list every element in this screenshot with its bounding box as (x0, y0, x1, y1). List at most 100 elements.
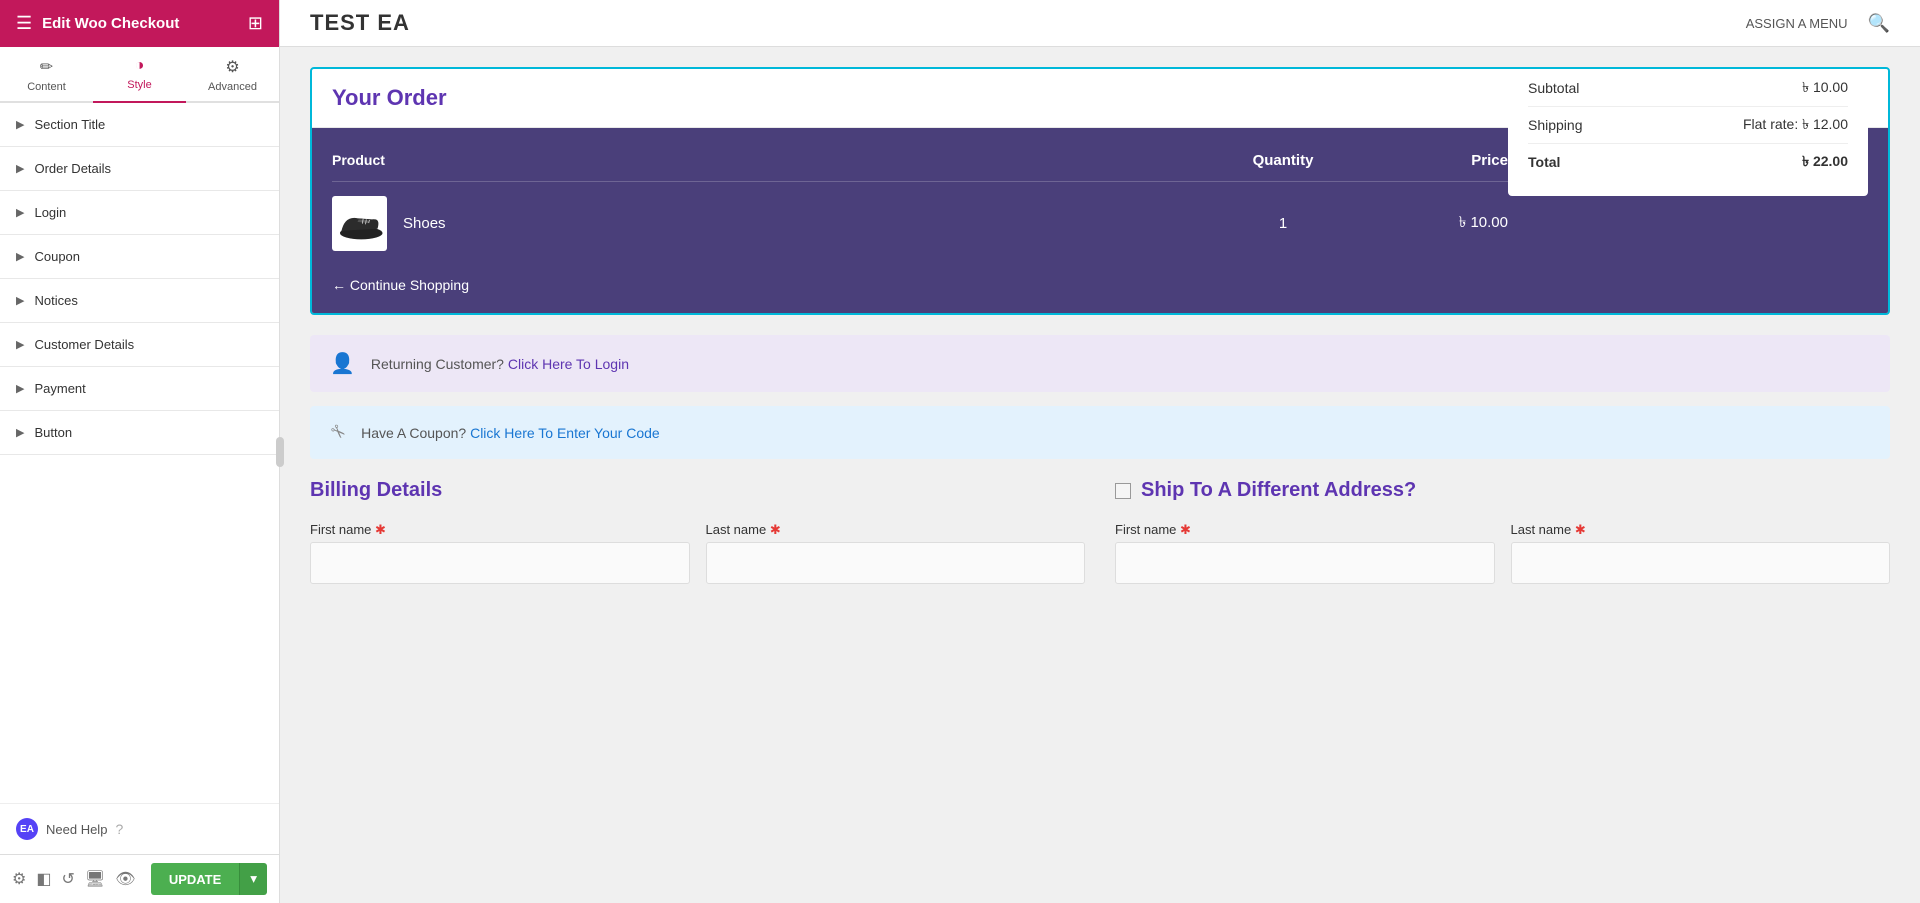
col-price-header: Price (1358, 152, 1508, 169)
billing-last-name-input[interactable] (706, 542, 1086, 584)
accordion-notices[interactable]: ▶ Notices (0, 279, 279, 323)
billing-name-row: First name ✱ Last name ✱ (310, 522, 1085, 584)
chevron-icon: ▶ (16, 250, 24, 263)
gear-icon: ⚙ (225, 57, 239, 77)
accordion-label: Coupon (34, 249, 80, 264)
shipping-first-name-group: First name ✱ (1115, 522, 1495, 584)
style-icon: ◑ (135, 57, 145, 75)
summary-row-total: Total ৳ 22.00 (1528, 144, 1848, 180)
shipping-value: Flat rate: ৳ 12.00 (1743, 113, 1848, 137)
total-value: ৳ 22.00 (1802, 150, 1848, 174)
sidebar-tabs: ✏ Content ◑ Style ⚙ Advanced (0, 47, 279, 103)
required-star: ✱ (375, 522, 386, 537)
accordion-label: Section Title (34, 117, 105, 132)
col-product-header: Product (332, 152, 1208, 169)
billing-first-name-group: First name ✱ (310, 522, 690, 584)
accordion-payment[interactable]: ▶ Payment (0, 367, 279, 411)
top-nav: TEST EA ASSIGN A MENU 🔍 (280, 0, 1920, 47)
billing-first-name-input[interactable] (310, 542, 690, 584)
need-help-text[interactable]: Need Help (46, 822, 107, 837)
chevron-icon: ▶ (16, 426, 24, 439)
required-star: ✱ (770, 522, 781, 537)
ea-badge: EA (16, 818, 38, 840)
returning-customer-bar: 👤 Returning Customer? Click Here To Logi… (310, 335, 1890, 392)
product-cell: Shoes (332, 196, 1208, 251)
sidebar: ☰ Edit Woo Checkout ⊞ ✏ Content ◑ Style … (0, 0, 280, 903)
chevron-icon: ▶ (16, 206, 24, 219)
ship-title-row: Ship To A Different Address? (1115, 479, 1890, 502)
ship-different-checkbox[interactable] (1115, 483, 1131, 499)
eye-icon[interactable]: 👁 (115, 869, 135, 889)
shipping-label: Shipping (1528, 117, 1583, 133)
update-btn-group: UPDATE ▾ (151, 863, 267, 895)
required-star: ✱ (1180, 522, 1191, 537)
update-dropdown-button[interactable]: ▾ (239, 863, 267, 895)
accordion-order-details[interactable]: ▶ Order Details (0, 147, 279, 191)
accordion-label: Customer Details (34, 337, 134, 352)
chevron-icon: ▶ (16, 338, 24, 351)
accordion-label: Button (34, 425, 72, 440)
chevron-icon: ▶ (16, 382, 24, 395)
subtotal-label: Subtotal (1528, 80, 1579, 96)
billing-title: Billing Details (310, 479, 1085, 502)
desktop-icon[interactable]: 🖥 (85, 869, 105, 889)
accordion-customer-details[interactable]: ▶ Customer Details (0, 323, 279, 367)
help-icon[interactable]: ? (115, 821, 123, 837)
sidebar-footer: EA Need Help ? (0, 803, 279, 854)
resize-dot (276, 437, 284, 467)
site-title: TEST EA (310, 10, 410, 36)
sidebar-title: Edit Woo Checkout (42, 15, 179, 32)
sidebar-toolbar: ⚙ ◧ ↺ 🖥 👁 UPDATE ▾ (0, 854, 279, 903)
toolbar-icons: ⚙ ◧ ↺ 🖥 👁 (12, 869, 136, 889)
history-icon[interactable]: ↺ (61, 869, 74, 889)
order-summary-box: Subtotal ৳ 10.00 Shipping Flat rate: ৳ 1… (1508, 67, 1868, 196)
shipping-last-name-input[interactable] (1511, 542, 1891, 584)
product-price: ৳ 10.00 (1358, 211, 1508, 236)
returning-customer-text: Returning Customer? Click Here To Login (371, 356, 629, 372)
product-quantity: 1 (1208, 215, 1358, 232)
billing-section: Billing Details First name ✱ Last name ✱ (310, 479, 1890, 600)
chevron-icon: ▶ (16, 294, 24, 307)
shoe-image (335, 204, 385, 244)
billing-last-name-label: Last name ✱ (706, 522, 1086, 538)
shipping-first-name-input[interactable] (1115, 542, 1495, 584)
required-star: ✱ (1575, 522, 1586, 537)
billing-last-name-group: Last name ✱ (706, 522, 1086, 584)
search-icon[interactable]: 🔍 (1868, 13, 1890, 34)
login-link[interactable]: Click Here To Login (508, 356, 629, 372)
accordion-button[interactable]: ▶ Button (0, 411, 279, 455)
accordion-label: Login (34, 205, 66, 220)
chevron-icon: ▶ (16, 162, 24, 175)
tab-advanced[interactable]: ⚙ Advanced (186, 47, 279, 103)
accordion-login[interactable]: ▶ Login (0, 191, 279, 235)
shipping-column: Ship To A Different Address? First name … (1115, 479, 1890, 600)
order-table-section: Subtotal ৳ 10.00 Shipping Flat rate: ৳ 1… (312, 128, 1888, 313)
update-button[interactable]: UPDATE (151, 863, 239, 895)
continue-shopping-row: ← Continue Shopping (332, 265, 1868, 297)
hamburger-icon[interactable]: ☰ (16, 13, 32, 34)
sidebar-header: ☰ Edit Woo Checkout ⊞ (0, 0, 279, 47)
tab-advanced-label: Advanced (208, 81, 257, 93)
accordion-label: Order Details (34, 161, 111, 176)
coupon-link[interactable]: Click Here To Enter Your Code (470, 425, 660, 441)
accordion-coupon[interactable]: ▶ Coupon (0, 235, 279, 279)
grid-icon[interactable]: ⊞ (248, 13, 263, 34)
tab-style[interactable]: ◑ Style (93, 47, 186, 103)
user-icon: 👤 (330, 351, 355, 376)
tab-content[interactable]: ✏ Content (0, 47, 93, 103)
shipping-name-row: First name ✱ Last name ✱ (1115, 522, 1890, 584)
product-name: Shoes (403, 215, 446, 232)
shipping-last-name-label: Last name ✱ (1511, 522, 1891, 538)
product-thumbnail (332, 196, 387, 251)
coupon-bar: ✂ Have A Coupon? Click Here To Enter You… (310, 406, 1890, 459)
col-quantity-header: Quantity (1208, 152, 1358, 169)
continue-shopping-link[interactable]: ← Continue Shopping (332, 277, 469, 293)
accordion-section-title[interactable]: ▶ Section Title (0, 103, 279, 147)
shipping-first-name-label: First name ✱ (1115, 522, 1495, 538)
layers-icon[interactable]: ◧ (36, 869, 51, 889)
billing-column: Billing Details First name ✱ Last name ✱ (310, 479, 1085, 600)
resize-handle[interactable] (274, 0, 284, 903)
chevron-icon: ▶ (16, 118, 24, 131)
settings-icon[interactable]: ⚙ (12, 869, 26, 889)
assign-menu-link[interactable]: ASSIGN A MENU (1746, 16, 1848, 31)
